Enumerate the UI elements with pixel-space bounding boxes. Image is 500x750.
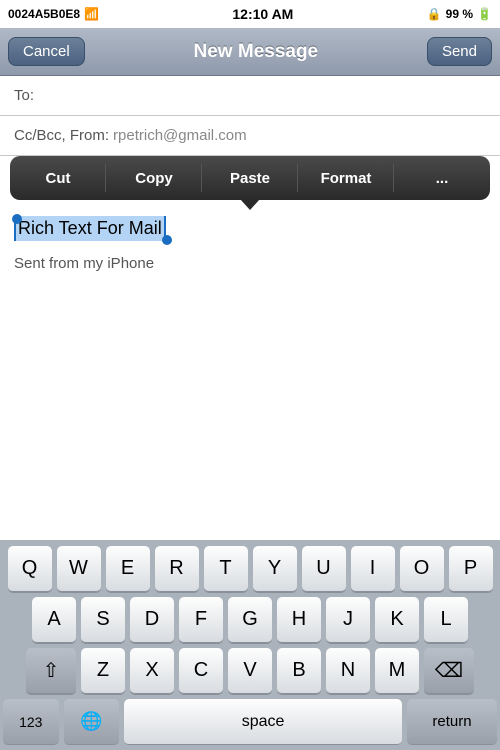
selected-text-area: Rich Text For Mail bbox=[14, 216, 166, 241]
battery-icon: 🔋 bbox=[477, 7, 492, 21]
battery-text: 99 % bbox=[446, 7, 473, 21]
more-menu-item[interactable]: ... bbox=[394, 156, 490, 200]
key-c[interactable]: C bbox=[179, 648, 223, 694]
paste-menu-item[interactable]: Paste bbox=[202, 156, 298, 200]
key-return[interactable]: return bbox=[407, 699, 497, 745]
key-k[interactable]: K bbox=[375, 597, 419, 643]
selected-text: Rich Text For Mail bbox=[14, 216, 166, 241]
key-t[interactable]: T bbox=[204, 546, 248, 592]
keyboard-row-2: A S D F G H J K L bbox=[0, 597, 500, 643]
key-p[interactable]: P bbox=[449, 546, 493, 592]
key-x[interactable]: X bbox=[130, 648, 174, 694]
cut-menu-item[interactable]: Cut bbox=[10, 156, 106, 200]
from-email: rpetrich@gmail.com bbox=[113, 127, 247, 144]
key-r[interactable]: R bbox=[155, 546, 199, 592]
key-w[interactable]: W bbox=[57, 546, 101, 592]
key-u[interactable]: U bbox=[302, 546, 346, 592]
keyboard-row-1: Q W E R T Y U I O P bbox=[0, 546, 500, 592]
cancel-button[interactable]: Cancel bbox=[8, 37, 85, 66]
nav-bar: Cancel New Message Send bbox=[0, 28, 500, 76]
status-left: 0024A5B0E8 📶 bbox=[8, 7, 99, 21]
key-y[interactable]: Y bbox=[253, 546, 297, 592]
email-body[interactable]: Cut Copy Paste Format ... Rich Text For … bbox=[0, 156, 500, 249]
lock-icon: 🔒 bbox=[427, 7, 442, 21]
key-a[interactable]: A bbox=[32, 597, 76, 643]
keyboard-row-3: ⇧ Z X C V B N M ⌫ bbox=[0, 648, 500, 694]
key-h[interactable]: H bbox=[277, 597, 321, 643]
sent-from-label: Sent from my iPhone bbox=[14, 255, 154, 272]
key-v[interactable]: V bbox=[228, 648, 272, 694]
key-shift[interactable]: ⇧ bbox=[26, 648, 76, 694]
key-q[interactable]: Q bbox=[8, 546, 52, 592]
keyboard-bottom-row: 123 🌐 space return bbox=[0, 699, 500, 750]
key-backspace[interactable]: ⌫ bbox=[424, 648, 474, 694]
format-menu-item[interactable]: Format bbox=[298, 156, 394, 200]
to-field[interactable]: To: bbox=[0, 76, 500, 116]
key-b[interactable]: B bbox=[277, 648, 321, 694]
status-bar: 0024A5B0E8 📶 12:10 AM 🔒 99 % 🔋 bbox=[0, 0, 500, 28]
key-d[interactable]: D bbox=[130, 597, 174, 643]
key-numbers[interactable]: 123 bbox=[3, 699, 59, 745]
key-g[interactable]: G bbox=[228, 597, 272, 643]
carrier-text: 0024A5B0E8 bbox=[8, 7, 80, 21]
key-m[interactable]: M bbox=[375, 648, 419, 694]
wifi-icon: 📶 bbox=[84, 7, 99, 21]
key-space[interactable]: space bbox=[124, 699, 402, 745]
key-i[interactable]: I bbox=[351, 546, 395, 592]
status-right: 🔒 99 % 🔋 bbox=[427, 7, 492, 21]
sent-from-text: Sent from my iPhone bbox=[0, 249, 500, 278]
key-j[interactable]: J bbox=[326, 597, 370, 643]
key-z[interactable]: Z bbox=[81, 648, 125, 694]
copy-menu-item[interactable]: Copy bbox=[106, 156, 202, 200]
key-f[interactable]: F bbox=[179, 597, 223, 643]
key-n[interactable]: N bbox=[326, 648, 370, 694]
key-s[interactable]: S bbox=[81, 597, 125, 643]
keyboard: Q W E R T Y U I O P A S D F G H J K L ⇧ … bbox=[0, 540, 500, 750]
status-time: 12:10 AM bbox=[232, 6, 293, 22]
selection-handle-right bbox=[162, 235, 172, 245]
cc-bcc-label: Cc/Bcc, From: bbox=[14, 127, 109, 144]
key-globe[interactable]: 🌐 bbox=[64, 699, 120, 745]
send-button[interactable]: Send bbox=[427, 37, 492, 66]
key-e[interactable]: E bbox=[106, 546, 150, 592]
nav-title: New Message bbox=[194, 41, 319, 63]
key-l[interactable]: L bbox=[424, 597, 468, 643]
to-label: To: bbox=[14, 87, 34, 104]
key-o[interactable]: O bbox=[400, 546, 444, 592]
cc-bcc-field[interactable]: Cc/Bcc, From: rpetrich@gmail.com bbox=[0, 116, 500, 156]
context-menu: Cut Copy Paste Format ... bbox=[10, 156, 490, 200]
selection-handle-left bbox=[12, 214, 22, 224]
